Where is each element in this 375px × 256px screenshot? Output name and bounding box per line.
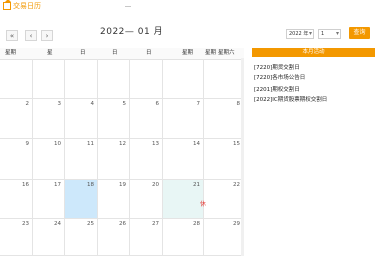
day-cell[interactable]: 8 <box>204 99 244 139</box>
day-number: 27 <box>152 221 159 227</box>
day-cell[interactable] <box>204 59 244 99</box>
day-cell[interactable] <box>65 59 98 99</box>
day-cell[interactable]: 27 <box>130 219 163 256</box>
day-cell[interactable]: 15 <box>204 139 244 180</box>
day-cell[interactable]: 2 <box>0 99 33 139</box>
day-cell[interactable]: 29 <box>204 219 244 256</box>
day-number: 17 <box>54 182 61 188</box>
day-number: 15 <box>233 141 240 147</box>
day-number: 10 <box>54 141 61 147</box>
query-button[interactable]: 查询 <box>349 27 370 39</box>
day-cell[interactable] <box>163 59 204 99</box>
day-cell[interactable]: 13 <box>130 139 163 180</box>
day-number: 23 <box>22 221 29 227</box>
calendar-scrollbar[interactable] <box>241 58 244 256</box>
top-bar: 交易日历 <box>0 0 375 14</box>
holiday-marker: 休 <box>200 201 207 208</box>
day-cell[interactable]: 17 <box>33 180 65 219</box>
day-number: 26 <box>119 221 126 227</box>
day-number: 9 <box>25 141 30 147</box>
day-cell[interactable]: 14 <box>163 139 204 180</box>
day-number: 24 <box>54 221 61 227</box>
day-cell[interactable]: 12 <box>98 139 130 180</box>
day-cell[interactable]: 11 <box>65 139 98 180</box>
day-number: 8 <box>236 101 241 107</box>
prev-month-button[interactable]: ‹ <box>25 30 37 41</box>
day-cell-today[interactable]: 18 <box>65 180 98 219</box>
day-number: 18 <box>87 182 94 188</box>
day-number: 28 <box>193 221 200 227</box>
year-select[interactable]: 2022 年 <box>286 29 314 39</box>
weekday-label: 日 <box>112 50 118 56</box>
day-number: 29 <box>233 221 240 227</box>
day-number: 13 <box>152 141 159 147</box>
day-cell[interactable]: 19 <box>98 180 130 219</box>
day-cell[interactable]: 6 <box>130 99 163 139</box>
weekday-label: 日 <box>146 50 152 56</box>
weekday-label: 星期六 <box>218 50 235 56</box>
divider-dash <box>125 6 131 7</box>
day-cell[interactable]: 24 <box>33 219 65 256</box>
day-number: 21 <box>193 182 200 188</box>
day-cell[interactable]: 10 <box>33 139 65 180</box>
day-number: 25 <box>87 221 94 227</box>
weekday-label: 星 <box>47 50 53 56</box>
event-item[interactable]: [2201]期权交割日 <box>254 85 300 93</box>
month-title: 2022— 01 月 <box>100 27 164 37</box>
day-number: 19 <box>119 182 126 188</box>
day-number: 16 <box>22 182 29 188</box>
day-number: 3 <box>57 101 62 107</box>
day-cell[interactable]: 9 <box>0 139 33 180</box>
weekday-label: 日 <box>80 50 86 56</box>
day-cell[interactable]: 4 <box>65 99 98 139</box>
day-number: 11 <box>87 141 94 147</box>
event-item[interactable]: [7220]各市场公告日 <box>254 73 305 81</box>
day-cell[interactable]: 5 <box>98 99 130 139</box>
day-number: 7 <box>196 101 201 107</box>
day-number: 5 <box>122 101 127 107</box>
day-number: 4 <box>90 101 95 107</box>
day-cell[interactable]: 7 <box>163 99 204 139</box>
weekday-label: 星期 <box>182 50 194 56</box>
day-cell[interactable]: 25 <box>65 219 98 256</box>
home-icon[interactable] <box>3 0 11 10</box>
event-item[interactable]: [2022]IC期货股票期权交割日 <box>254 95 327 103</box>
day-cell[interactable]: 3 <box>33 99 65 139</box>
first-month-button[interactable]: « <box>6 30 18 41</box>
day-number: 14 <box>193 141 200 147</box>
day-cell[interactable] <box>130 59 163 99</box>
day-number: 22 <box>233 182 240 188</box>
app-title: 交易日历 <box>13 2 41 10</box>
calendar-grid: 星期星日日日星期 星期 星期六 2 3 4 5 6 7 8 9 10 11 12 13 14 15 16 17 18… <box>0 48 244 256</box>
day-number: 2 <box>25 101 30 107</box>
day-cell[interactable] <box>33 59 65 99</box>
day-cell[interactable] <box>0 59 33 99</box>
day-cell[interactable]: 28 <box>163 219 204 256</box>
day-cell[interactable]: 20 <box>130 180 163 219</box>
event-item[interactable]: [7220]期货交割日 <box>254 63 300 71</box>
day-cell[interactable] <box>98 59 130 99</box>
day-cell[interactable]: 16 <box>0 180 33 219</box>
day-cell[interactable]: 23 <box>0 219 33 256</box>
weekday-label: 星期 <box>205 50 217 56</box>
month-select[interactable]: 1 <box>318 29 341 39</box>
month-events-header: 本月活动 <box>252 48 375 57</box>
day-number: 12 <box>119 141 126 147</box>
day-number: 20 <box>152 182 159 188</box>
weekday-label: 星期 <box>5 50 17 56</box>
day-cell-holiday[interactable]: 21 <box>163 180 204 219</box>
next-month-button[interactable]: › <box>41 30 53 41</box>
day-number: 6 <box>155 101 160 107</box>
day-cell[interactable]: 26 <box>98 219 130 256</box>
day-cell[interactable]: 22 <box>204 180 244 219</box>
